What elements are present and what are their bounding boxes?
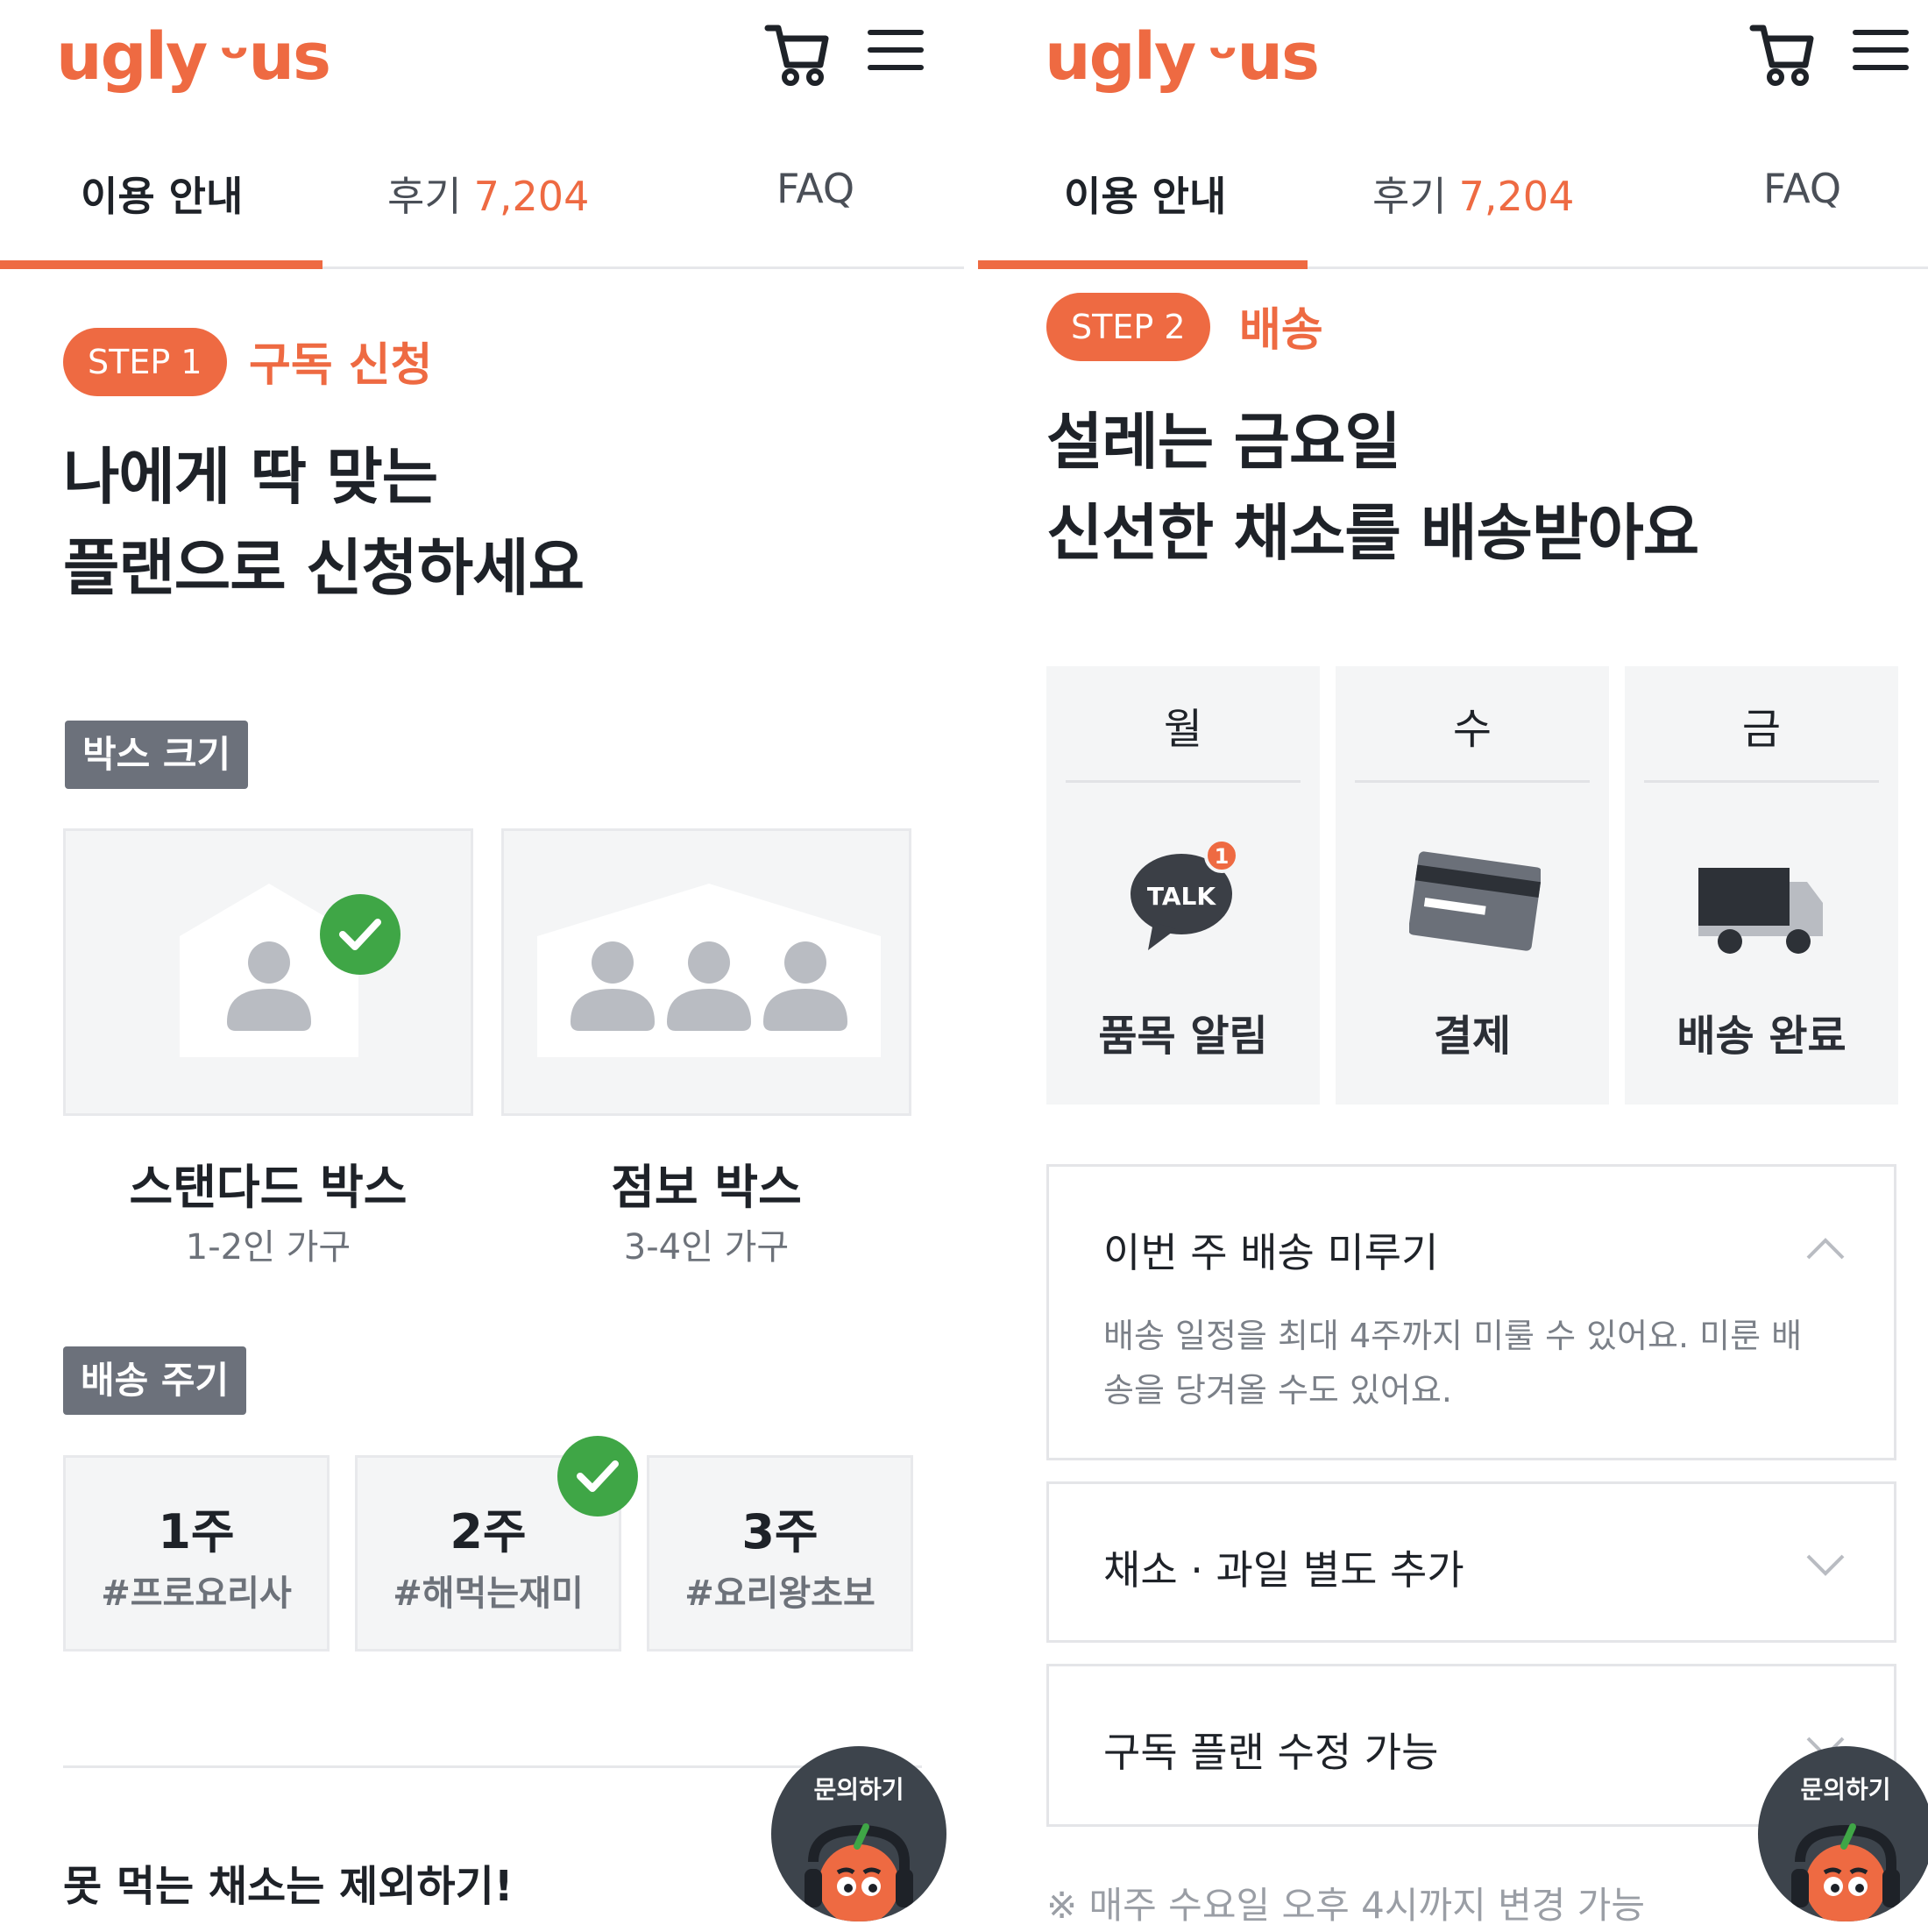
day-divider xyxy=(1644,780,1879,783)
hamburger-menu-icon[interactable] xyxy=(1853,30,1909,74)
tab-bar: 이용 안내 후기 7,204 FAQ xyxy=(978,131,1928,269)
cycle-option-1w[interactable]: 1주 #프로요리사 xyxy=(63,1455,330,1651)
tab-faq-label: FAQ xyxy=(776,165,855,212)
accordion-add-produce[interactable]: 채소 · 과일 별도 추가 xyxy=(1046,1481,1896,1643)
tab-guide-label: 이용 안내 xyxy=(1064,173,1227,220)
exclude-vegetables-title: 못 먹는 채소는 제외하기! xyxy=(63,1862,514,1911)
schedule-monday: 월 TALK 1 품목 알림 xyxy=(1046,666,1320,1105)
tab-bar: 이용 안내 후기 7,204 FAQ xyxy=(0,131,964,269)
logo-text: ugly xyxy=(56,19,208,95)
logo[interactable]: ugly ᵕus xyxy=(1045,18,1320,96)
jumbo-box-card[interactable] xyxy=(501,828,911,1116)
tab-reviews[interactable]: 후기 7,204 xyxy=(1372,165,1574,223)
step-badge: STEP 2 xyxy=(1046,293,1210,361)
tab-faq[interactable]: FAQ xyxy=(1763,165,1841,212)
active-tab-indicator xyxy=(0,260,323,269)
tab-guide[interactable]: 이용 안내 xyxy=(1064,165,1226,223)
tab-reviews[interactable]: 후기 7,204 xyxy=(387,165,589,223)
left-panel: ugly ᵕus 이용 안내 후기 7,204 FAQ STEP 1 구독 신청 나… xyxy=(0,0,964,1932)
cart-icon[interactable] xyxy=(762,19,833,89)
active-tab-indicator xyxy=(978,260,1308,269)
headline-line-2: 플랜으로 신청하세요 xyxy=(63,532,585,604)
accordion-title: 구독 플랜 수정 가능 xyxy=(1103,1729,1439,1776)
day-label: 배송 완료 xyxy=(1676,1012,1846,1061)
schedule-friday: 금 배송 완료 xyxy=(1625,666,1898,1105)
logo-suffix: us xyxy=(248,19,331,95)
selected-check-icon xyxy=(557,1436,638,1516)
accordion-body: 배송 일정을 최대 4주까지 미룰 수 있어요. 미룬 배송을 당겨올 수도 있… xyxy=(1103,1317,1803,1410)
house-three-people-icon xyxy=(537,884,881,1057)
accordion-title: 이번 주 배송 미루기 xyxy=(1103,1229,1439,1276)
step-title: 배송 xyxy=(1239,304,1323,357)
day-divider xyxy=(1355,780,1590,783)
tab-guide-label: 이용 안내 xyxy=(81,173,244,220)
day-divider xyxy=(1066,780,1301,783)
logo-suffix: us xyxy=(1237,19,1320,95)
hamburger-menu-icon[interactable] xyxy=(868,30,924,74)
change-deadline-note: ※ 매주 수요일 오후 4시까지 변경 가능 xyxy=(1046,1884,1645,1927)
cycle-week: 3주 xyxy=(741,1504,819,1559)
logo-text: ugly xyxy=(1045,19,1196,95)
jumbo-box-title: 점보 박스 xyxy=(611,1160,802,1215)
headline-line-1: 나에게 딱 맞는 xyxy=(63,441,438,513)
tab-faq[interactable]: FAQ xyxy=(776,165,854,212)
talk-icon: TALK 1 xyxy=(1046,842,1320,973)
cart-icon[interactable] xyxy=(1747,19,1818,89)
help-button[interactable]: 문의하기 xyxy=(1758,1746,1928,1921)
accordion-postpone[interactable]: 이번 주 배송 미루기 배송 일정을 최대 4주까지 미룰 수 있어요. 미룬 … xyxy=(1046,1164,1896,1460)
box-size-tag: 박스 크기 xyxy=(65,721,249,789)
schedule-wednesday: 수 결제 xyxy=(1336,666,1609,1105)
svg-text:1: 1 xyxy=(1215,844,1230,869)
day-name: 수 xyxy=(1452,705,1492,754)
step-title: 구독 신청 xyxy=(249,339,433,392)
tomato-mascot-icon xyxy=(805,1823,913,1921)
standard-box-card[interactable] xyxy=(63,828,473,1116)
cycle-option-3w[interactable]: 3주 #요리왕초보 xyxy=(647,1455,913,1651)
tab-reviews-label: 후기 xyxy=(387,173,462,220)
logo-smile-icon: ᵕ xyxy=(218,19,250,95)
standard-box-title: 스탠다드 박스 xyxy=(129,1160,408,1215)
headline-line-1: 설레는 금요일 xyxy=(1046,406,1401,478)
logo[interactable]: ugly ᵕus xyxy=(56,18,331,96)
chevron-down-icon[interactable] xyxy=(1806,1545,1845,1584)
day-label: 결제 xyxy=(1433,1012,1512,1061)
delivery-cycle-tag: 배송 주기 xyxy=(63,1346,247,1415)
logo-smile-icon: ᵕ xyxy=(1207,19,1238,95)
cycle-hashtag: #프로요리사 xyxy=(101,1573,292,1614)
truck-icon xyxy=(1625,842,1898,973)
chevron-up-icon[interactable] xyxy=(1806,1230,1845,1268)
jumbo-box-desc: 3-4인 가구 xyxy=(623,1227,790,1268)
credit-card-icon xyxy=(1336,842,1609,973)
tab-reviews-label: 후기 xyxy=(1372,173,1447,220)
tomato-mascot-icon xyxy=(1791,1823,1900,1921)
headline-line-2: 신선한 채소를 배송받아요 xyxy=(1046,497,1699,569)
help-button[interactable]: 문의하기 xyxy=(771,1746,946,1921)
tab-guide[interactable]: 이용 안내 xyxy=(81,165,243,223)
cycle-week: 1주 xyxy=(158,1504,235,1559)
day-name: 월 xyxy=(1163,705,1203,754)
reviews-count: 7,204 xyxy=(473,173,590,220)
day-name: 금 xyxy=(1741,705,1782,754)
reviews-count: 7,204 xyxy=(1458,173,1575,220)
cycle-hashtag: #해먹는재미 xyxy=(393,1573,584,1614)
standard-box-desc: 1-2인 가구 xyxy=(185,1227,351,1268)
right-panel: ugly ᵕus 이용 안내 후기 7,204 FAQ STEP 2 배송 설레는 … xyxy=(964,0,1928,1932)
section-divider xyxy=(63,1765,922,1768)
day-label: 품목 알림 xyxy=(1098,1012,1268,1061)
svg-text:TALK: TALK xyxy=(1147,882,1216,911)
cycle-hashtag: #요리왕초보 xyxy=(684,1573,875,1614)
tab-faq-label: FAQ xyxy=(1763,165,1842,212)
step-badge: STEP 1 xyxy=(63,328,227,396)
selected-check-icon xyxy=(320,894,400,975)
accordion-title: 채소 · 과일 별도 추가 xyxy=(1103,1546,1464,1594)
